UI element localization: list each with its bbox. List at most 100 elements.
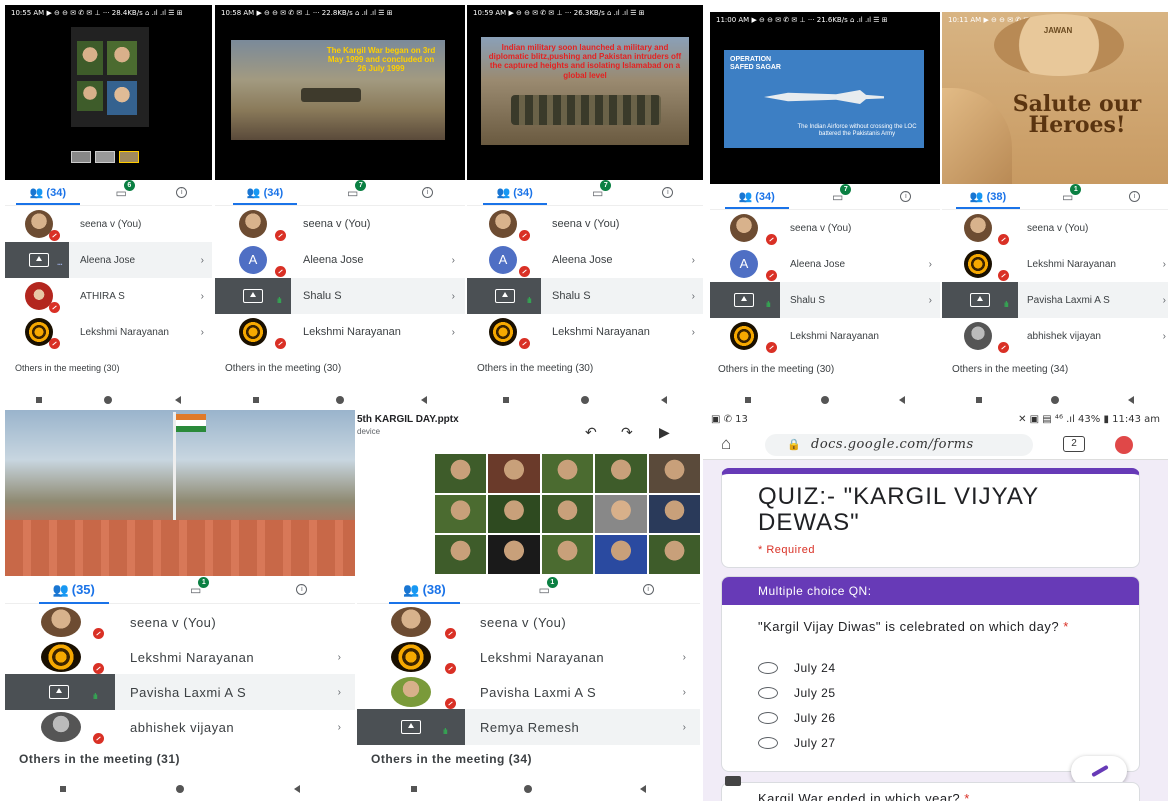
tab-chat[interactable]: ▭ 1: [538, 576, 558, 597]
redo-icon[interactable]: ↷: [621, 424, 633, 441]
participant-row[interactable]: ıIı Remya Remesh ›: [357, 709, 700, 745]
participant-row[interactable]: Lekshmi Narayanan: [710, 318, 940, 354]
home-icon[interactable]: [1050, 396, 1059, 404]
chevron-right-icon[interactable]: ›: [1163, 331, 1166, 342]
back-icon[interactable]: [174, 396, 181, 404]
info-icon[interactable]: i: [176, 187, 188, 198]
url-bar[interactable]: 🔒 docs.google.com/forms: [765, 434, 1033, 456]
recents-icon[interactable]: [410, 786, 417, 792]
participant-row[interactable]: seena v (You): [467, 206, 703, 242]
home-icon[interactable]: [524, 785, 533, 793]
tab-people[interactable]: 👥 (34): [724, 190, 790, 209]
participant-row[interactable]: ··· Aleena Jose ›: [5, 242, 212, 278]
back-icon[interactable]: [661, 396, 667, 404]
play-icon[interactable]: ▶: [659, 424, 670, 441]
participant-row[interactable]: seena v (You): [357, 604, 700, 640]
chevron-right-icon[interactable]: ›: [452, 255, 455, 266]
home-icon[interactable]: ⌂: [721, 434, 731, 454]
back-icon[interactable]: [1127, 396, 1134, 404]
participant-row[interactable]: Lekshmi Narayanan ›: [357, 639, 700, 675]
participant-row[interactable]: seena v (You): [942, 210, 1168, 246]
chevron-right-icon[interactable]: ›: [929, 259, 932, 270]
participant-row[interactable]: abhishek vijayan ›: [5, 709, 355, 745]
radio-button[interactable]: [758, 737, 778, 749]
participant-row[interactable]: seena v (You): [5, 206, 212, 242]
chevron-right-icon[interactable]: ›: [452, 327, 455, 338]
tab-people[interactable]: 👥 (34): [482, 186, 548, 205]
home-icon[interactable]: [821, 396, 829, 404]
info-icon[interactable]: i: [1129, 191, 1141, 202]
tab-people[interactable]: 👥 (34): [15, 186, 81, 205]
back-icon[interactable]: [640, 785, 647, 793]
participant-row[interactable]: ıIı Pavisha Laxmi A S ›: [5, 674, 355, 710]
thumbnail[interactable]: [119, 151, 139, 163]
tab-chat[interactable]: ▭ 1: [1062, 183, 1082, 204]
info-icon[interactable]: i: [296, 584, 308, 595]
participant-row[interactable]: seena v (You): [710, 210, 940, 246]
participant-row[interactable]: A Aleena Jose ›: [467, 242, 703, 278]
info-icon[interactable]: i: [662, 187, 674, 198]
recents-icon[interactable]: [36, 397, 43, 403]
participant-row[interactable]: Lekshmi Narayanan ›: [467, 314, 703, 350]
participant-row[interactable]: ıIı Shalu S ›: [215, 278, 465, 314]
participant-row[interactable]: ıIı Shalu S ›: [710, 282, 940, 318]
chevron-right-icon[interactable]: ›: [452, 291, 455, 302]
info-icon[interactable]: i: [642, 584, 654, 595]
undo-icon[interactable]: ↶: [585, 424, 597, 441]
participant-row[interactable]: ATHIRA S ›: [5, 278, 212, 314]
option-row[interactable]: July 26: [758, 711, 836, 725]
chevron-right-icon[interactable]: ›: [692, 291, 695, 302]
radio-button[interactable]: [758, 712, 778, 724]
back-icon[interactable]: [899, 396, 905, 404]
chevron-right-icon[interactable]: ›: [201, 291, 204, 302]
back-icon[interactable]: [420, 396, 427, 404]
participant-row[interactable]: ıIı Shalu S ›: [467, 278, 703, 314]
radio-button[interactable]: [758, 687, 778, 699]
participant-row[interactable]: ıIı Pavisha Laxmi A S ›: [942, 282, 1168, 318]
thumbnail-strip[interactable]: [71, 151, 149, 165]
recents-icon[interactable]: [976, 397, 983, 403]
chevron-right-icon[interactable]: ›: [683, 687, 686, 698]
option-row[interactable]: July 25: [758, 686, 836, 700]
participant-row[interactable]: abhishek vijayan ›: [942, 318, 1168, 354]
option-row[interactable]: July 24: [758, 661, 836, 675]
chevron-right-icon[interactable]: ›: [683, 722, 686, 733]
recents-icon[interactable]: [503, 397, 509, 403]
participant-row[interactable]: Lekshmi Narayanan ›: [942, 246, 1168, 282]
tab-chat[interactable]: ▭ 6: [115, 179, 135, 200]
chevron-right-icon[interactable]: ›: [692, 327, 695, 338]
thumbnail[interactable]: [95, 151, 115, 163]
back-icon[interactable]: [294, 785, 300, 793]
home-icon[interactable]: [335, 396, 344, 404]
chevron-right-icon[interactable]: ›: [338, 722, 341, 733]
menu-icon[interactable]: [1115, 436, 1133, 454]
home-icon[interactable]: [104, 396, 113, 404]
participant-row[interactable]: seena v (You): [5, 604, 355, 640]
option-row[interactable]: July 27: [758, 736, 836, 750]
chevron-right-icon[interactable]: ›: [1163, 295, 1166, 306]
chevron-right-icon[interactable]: ›: [338, 687, 341, 698]
recents-icon[interactable]: [745, 397, 751, 403]
chevron-right-icon[interactable]: ›: [1163, 259, 1166, 270]
info-icon[interactable]: i: [900, 191, 912, 202]
chevron-right-icon[interactable]: ›: [683, 652, 686, 663]
home-icon[interactable]: [176, 785, 184, 793]
tab-people[interactable]: 👥 (35): [38, 582, 110, 604]
participant-row[interactable]: Lekshmi Narayanan ›: [215, 314, 465, 350]
tab-count[interactable]: 2: [1063, 436, 1085, 452]
chevron-right-icon[interactable]: ›: [201, 327, 204, 338]
participant-row[interactable]: Lekshmi Narayanan ›: [5, 639, 355, 675]
chevron-right-icon[interactable]: ›: [929, 295, 932, 306]
tab-people[interactable]: 👥 (38): [955, 190, 1021, 209]
tab-people[interactable]: 👥 (38): [389, 582, 461, 604]
participant-row[interactable]: A Aleena Jose ›: [710, 246, 940, 282]
home-icon[interactable]: [581, 396, 589, 404]
slide-thumbnail[interactable]: [71, 27, 149, 127]
info-icon[interactable]: i: [422, 187, 434, 198]
chevron-right-icon[interactable]: ›: [201, 255, 204, 266]
thumbnail[interactable]: [71, 151, 91, 163]
participant-row[interactable]: Pavisha Laxmi A S ›: [357, 674, 700, 710]
participant-row[interactable]: A Aleena Jose ›: [215, 242, 465, 278]
tab-people[interactable]: 👥 (34): [232, 186, 298, 205]
participant-row[interactable]: seena v (You): [215, 206, 465, 242]
